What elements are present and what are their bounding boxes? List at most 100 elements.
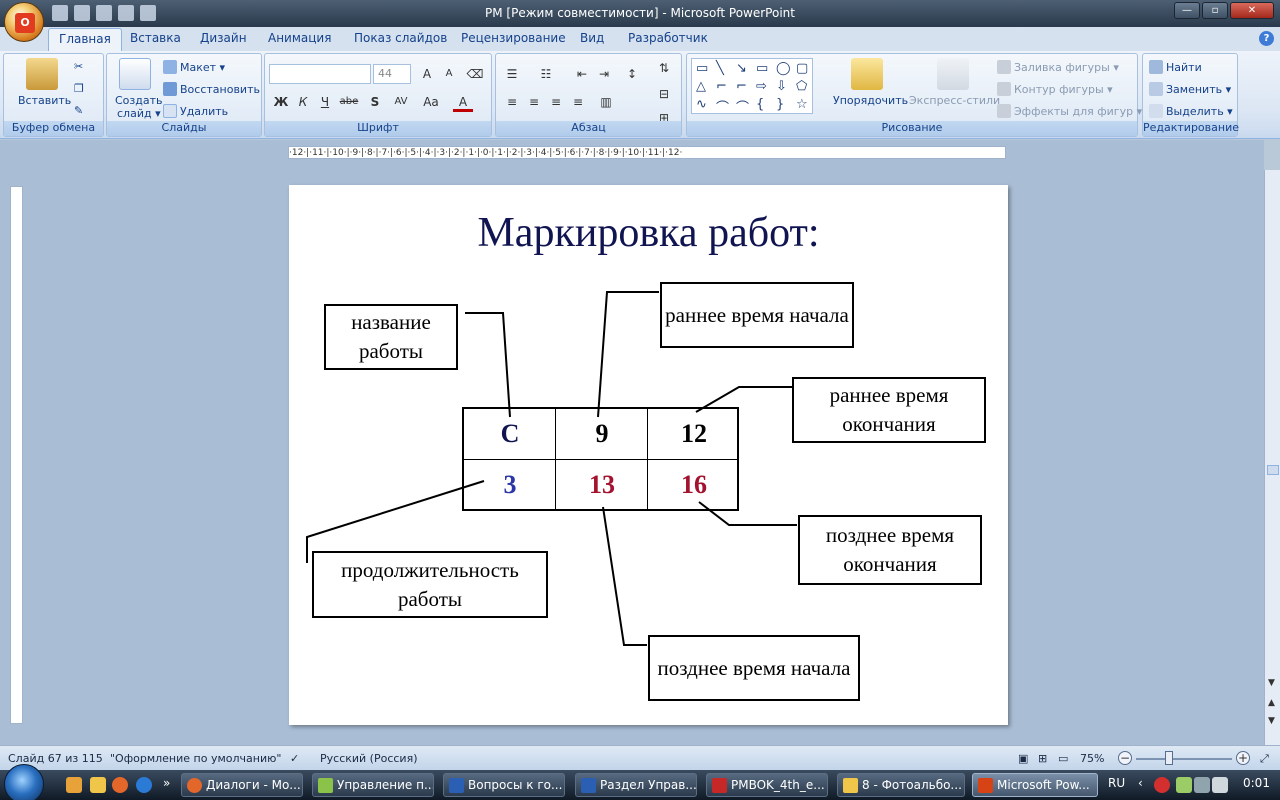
label-name[interactable]: название работы [324,304,458,370]
tab-slideshow[interactable]: Показ слайдов [354,31,447,45]
format-painter-icon[interactable]: ✎ [74,104,83,117]
slide-sorter-icon[interactable]: ⊞ [1038,752,1047,765]
arc-shape-icon[interactable]: ⌒ [716,97,729,116]
cell-early-start[interactable]: 9 [556,409,648,459]
cell-late-finish[interactable]: 16 [648,460,740,510]
right-brace-shape-icon[interactable]: } [776,97,784,112]
office-button[interactable]: O [4,2,44,42]
italic-button[interactable]: К [293,92,313,112]
vertical-ruler[interactable] [10,186,23,724]
font-size-input[interactable]: 44 [373,64,411,84]
previous-slide-icon[interactable]: ▲ [1268,698,1275,708]
taskbar-item[interactable]: Раздел Управ... [575,773,697,797]
cut-icon[interactable]: ✂ [74,60,83,73]
taskbar-item-active[interactable]: Microsoft Pow... [972,773,1098,797]
language-indicator[interactable]: Русский (Россия) [320,752,418,765]
copy-icon[interactable]: ❐ [74,82,84,95]
shape-outline-button[interactable]: Контур фигуры ▾ [1014,83,1113,96]
spellcheck-icon[interactable]: ✓ [290,752,299,765]
shape-fill-button[interactable]: Заливка фигуры ▾ [1014,61,1119,74]
font-name-input[interactable] [269,64,371,84]
curve-shape-icon[interactable]: ∿ [696,97,707,112]
decrease-indent-icon[interactable]: ⇤ [572,64,592,84]
input-language[interactable]: RU [1108,776,1125,790]
wave-shape-icon[interactable]: ⌒ [736,97,749,116]
oval-shape-icon[interactable]: ◯ [776,61,791,76]
shrink-font-button[interactable]: A [439,64,459,84]
text-direction-icon[interactable]: ⇅ [654,58,674,78]
line-spacing-icon[interactable]: ↕ [622,64,642,84]
increase-indent-icon[interactable]: ⇥ [594,64,614,84]
cell-early-finish[interactable]: 12 [648,409,740,459]
tray-expand-icon[interactable]: ‹ [1138,776,1143,790]
line-shape-icon[interactable]: ╲ [716,61,724,76]
tab-design[interactable]: Дизайн [200,31,247,45]
next-slide-icon[interactable]: ▼ [1268,716,1275,726]
triangle-shape-icon[interactable]: △ [696,79,706,94]
close-button[interactable]: ✕ [1230,2,1274,19]
tab-review[interactable]: Рецензирование [461,31,566,45]
taskbar-item[interactable]: PMBOK_4th_e... [706,773,828,797]
select-button[interactable]: Выделить ▾ [1166,105,1233,118]
tab-animation[interactable]: Анимация [268,31,331,45]
justify-icon[interactable]: ≡ [568,92,588,112]
vertical-scrollbar[interactable]: ▼ ▲ ▼ [1264,170,1280,745]
tray-app-icon[interactable] [1154,777,1170,793]
align-text-icon[interactable]: ⊟ [654,84,674,104]
start-button[interactable] [4,764,44,800]
grow-font-button[interactable]: A [417,64,437,84]
shape-effects-button[interactable]: Эффекты для фигур ▾ [1014,105,1142,118]
rectangle-shape-icon[interactable]: ▭ [756,61,768,76]
clock[interactable]: 0:01 [1243,776,1270,790]
fit-to-window-icon[interactable]: ⤢ [1260,752,1269,766]
zoom-slider[interactable] [1136,758,1232,760]
zoom-in-button[interactable]: + [1236,751,1250,765]
cell-duration[interactable]: 3 [464,460,556,510]
reset-button[interactable]: Восстановить [180,83,260,96]
down-arrow-shape-icon[interactable]: ⇩ [776,79,787,94]
tab-view[interactable]: Вид [580,31,604,45]
taskbar-item[interactable]: 8 - Фотоальбо... [837,773,965,797]
ie-icon[interactable] [136,777,152,793]
shadow-button[interactable]: S [365,92,385,112]
quicklaunch-icon[interactable] [90,777,106,793]
tab-home[interactable]: Главная [48,28,122,51]
help-icon[interactable]: ? [1259,31,1274,46]
left-brace-shape-icon[interactable]: { [756,97,764,112]
right-arrow-shape-icon[interactable]: ⇨ [756,79,767,94]
label-early-finish[interactable]: раннее время окончания [792,377,986,443]
horizontal-ruler[interactable]: ·12·|·11·|·10·|·9·|·8·|·7·|·6·|·5·|·4·|·… [288,146,1006,159]
numbering-icon[interactable]: ☷ [536,64,556,84]
replace-button[interactable]: Заменить ▾ [1166,83,1231,96]
shapes-gallery[interactable]: ▭ ╲ ↘ ▭ ◯ ▢ △ ⌐ ⌐ ⇨ ⇩ ⬠ ∿ ⌒ ⌒ { } ☆ [691,58,813,116]
paste-button[interactable]: Вставить [18,94,71,107]
quicklaunch-icon[interactable] [66,777,82,793]
maximize-button[interactable]: ▫ [1202,2,1228,19]
minimize-button[interactable]: — [1174,2,1200,19]
align-left-icon[interactable]: ≡ [502,92,522,112]
font-color-button[interactable]: A [453,92,473,112]
theme-name[interactable]: "Оформление по умолчанию" [110,752,281,765]
taskbar-item[interactable]: Управление п... [312,773,434,797]
align-center-icon[interactable]: ≡ [524,92,544,112]
bold-button[interactable]: Ж [271,92,291,112]
strikethrough-button[interactable]: abe [339,92,359,112]
more-apps-icon[interactable]: » [163,776,170,790]
cell-name[interactable]: C [464,409,556,459]
taskbar-item[interactable]: Диалоги - Мо... [181,773,303,797]
label-early-start[interactable]: раннее время начала [660,282,854,348]
rounded-rect-shape-icon[interactable]: ▢ [796,61,808,76]
zoom-slider-knob[interactable] [1165,751,1173,765]
elbow-shape-icon[interactable]: ⌐ [736,79,747,94]
firefox-icon[interactable] [112,777,128,793]
clear-format-icon[interactable]: ⌫ [465,64,485,84]
arrange-button[interactable]: Упорядочить [833,94,908,107]
bullets-icon[interactable]: ☰ [502,64,522,84]
cell-late-start[interactable]: 13 [556,460,648,510]
connector-shape-icon[interactable]: ⌐ [716,79,727,94]
new-slide-dropdown[interactable]: слайд ▾ [117,107,161,120]
scroll-thumb[interactable] [1267,465,1279,475]
change-case-button[interactable]: Aa [419,92,443,112]
textbox-shape-icon[interactable]: ▭ [696,61,708,76]
tray-app-icon[interactable] [1176,777,1192,793]
